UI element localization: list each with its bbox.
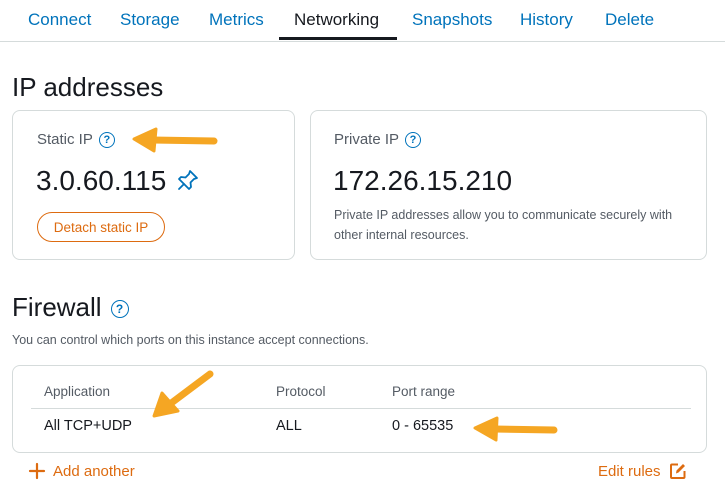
edit-rules-button[interactable]: Edit rules — [598, 462, 687, 480]
private-ip-label: Private IP — [334, 131, 400, 148]
cell-application: All TCP+UDP — [44, 418, 132, 434]
annotation-arrow — [132, 127, 218, 153]
firewall-heading-row: Firewall? — [12, 292, 129, 323]
pin-icon — [178, 170, 198, 190]
static-ip-value-row: 3.0.60.115 — [36, 165, 200, 197]
add-another-button[interactable]: Add another — [28, 462, 135, 480]
help-icon[interactable]: ? — [110, 300, 129, 318]
tab-networking[interactable]: Networking — [294, 10, 379, 30]
add-another-label: Add another — [53, 462, 135, 480]
tab-metrics[interactable]: Metrics — [209, 10, 264, 30]
tab-connect[interactable]: Connect — [28, 10, 91, 30]
annotation-arrow — [473, 416, 558, 442]
edit-rules-label: Edit rules — [598, 462, 661, 480]
private-ip-value: 172.26.15.210 — [333, 165, 513, 196]
help-icon[interactable]: ? — [98, 132, 115, 149]
table-divider — [31, 408, 691, 409]
column-header-application: Application — [44, 384, 111, 399]
tab-delete[interactable]: Delete — [605, 10, 654, 30]
help-icon[interactable]: ? — [405, 132, 422, 149]
tab-snapshots[interactable]: Snapshots — [412, 10, 492, 30]
column-header-protocol: Protocol — [276, 384, 326, 399]
ip-addresses-heading: IP addresses — [12, 72, 164, 102]
tab-bar: Connect Storage Metrics Networking Snaps… — [0, 0, 725, 42]
plus-icon — [28, 462, 46, 480]
firewall-heading: Firewall — [12, 292, 102, 322]
firewall-table: Application Protocol Port range All TCP+… — [12, 365, 707, 453]
detach-static-ip-button[interactable]: Detach static IP — [37, 212, 165, 242]
cell-protocol: ALL — [276, 418, 302, 434]
tab-storage[interactable]: Storage — [120, 10, 180, 30]
cell-port-range: 0 - 65535 — [392, 418, 454, 434]
firewall-subtitle: You can control which ports on this inst… — [12, 333, 369, 347]
private-ip-card: Private IP? 172.26.15.210 Private IP add… — [310, 110, 707, 260]
tab-history[interactable]: History — [520, 10, 573, 30]
static-ip-label-row: Static IP? — [37, 131, 115, 149]
static-ip-value: 3.0.60.115 — [36, 165, 167, 196]
private-ip-description: Private IP addresses allow you to commun… — [334, 208, 673, 242]
active-tab-indicator — [279, 37, 397, 40]
column-header-port-range: Port range — [392, 384, 456, 399]
private-ip-label-row: Private IP? — [334, 131, 422, 149]
static-ip-label: Static IP — [37, 131, 93, 148]
annotation-arrow — [152, 370, 214, 418]
edit-icon — [669, 463, 686, 479]
